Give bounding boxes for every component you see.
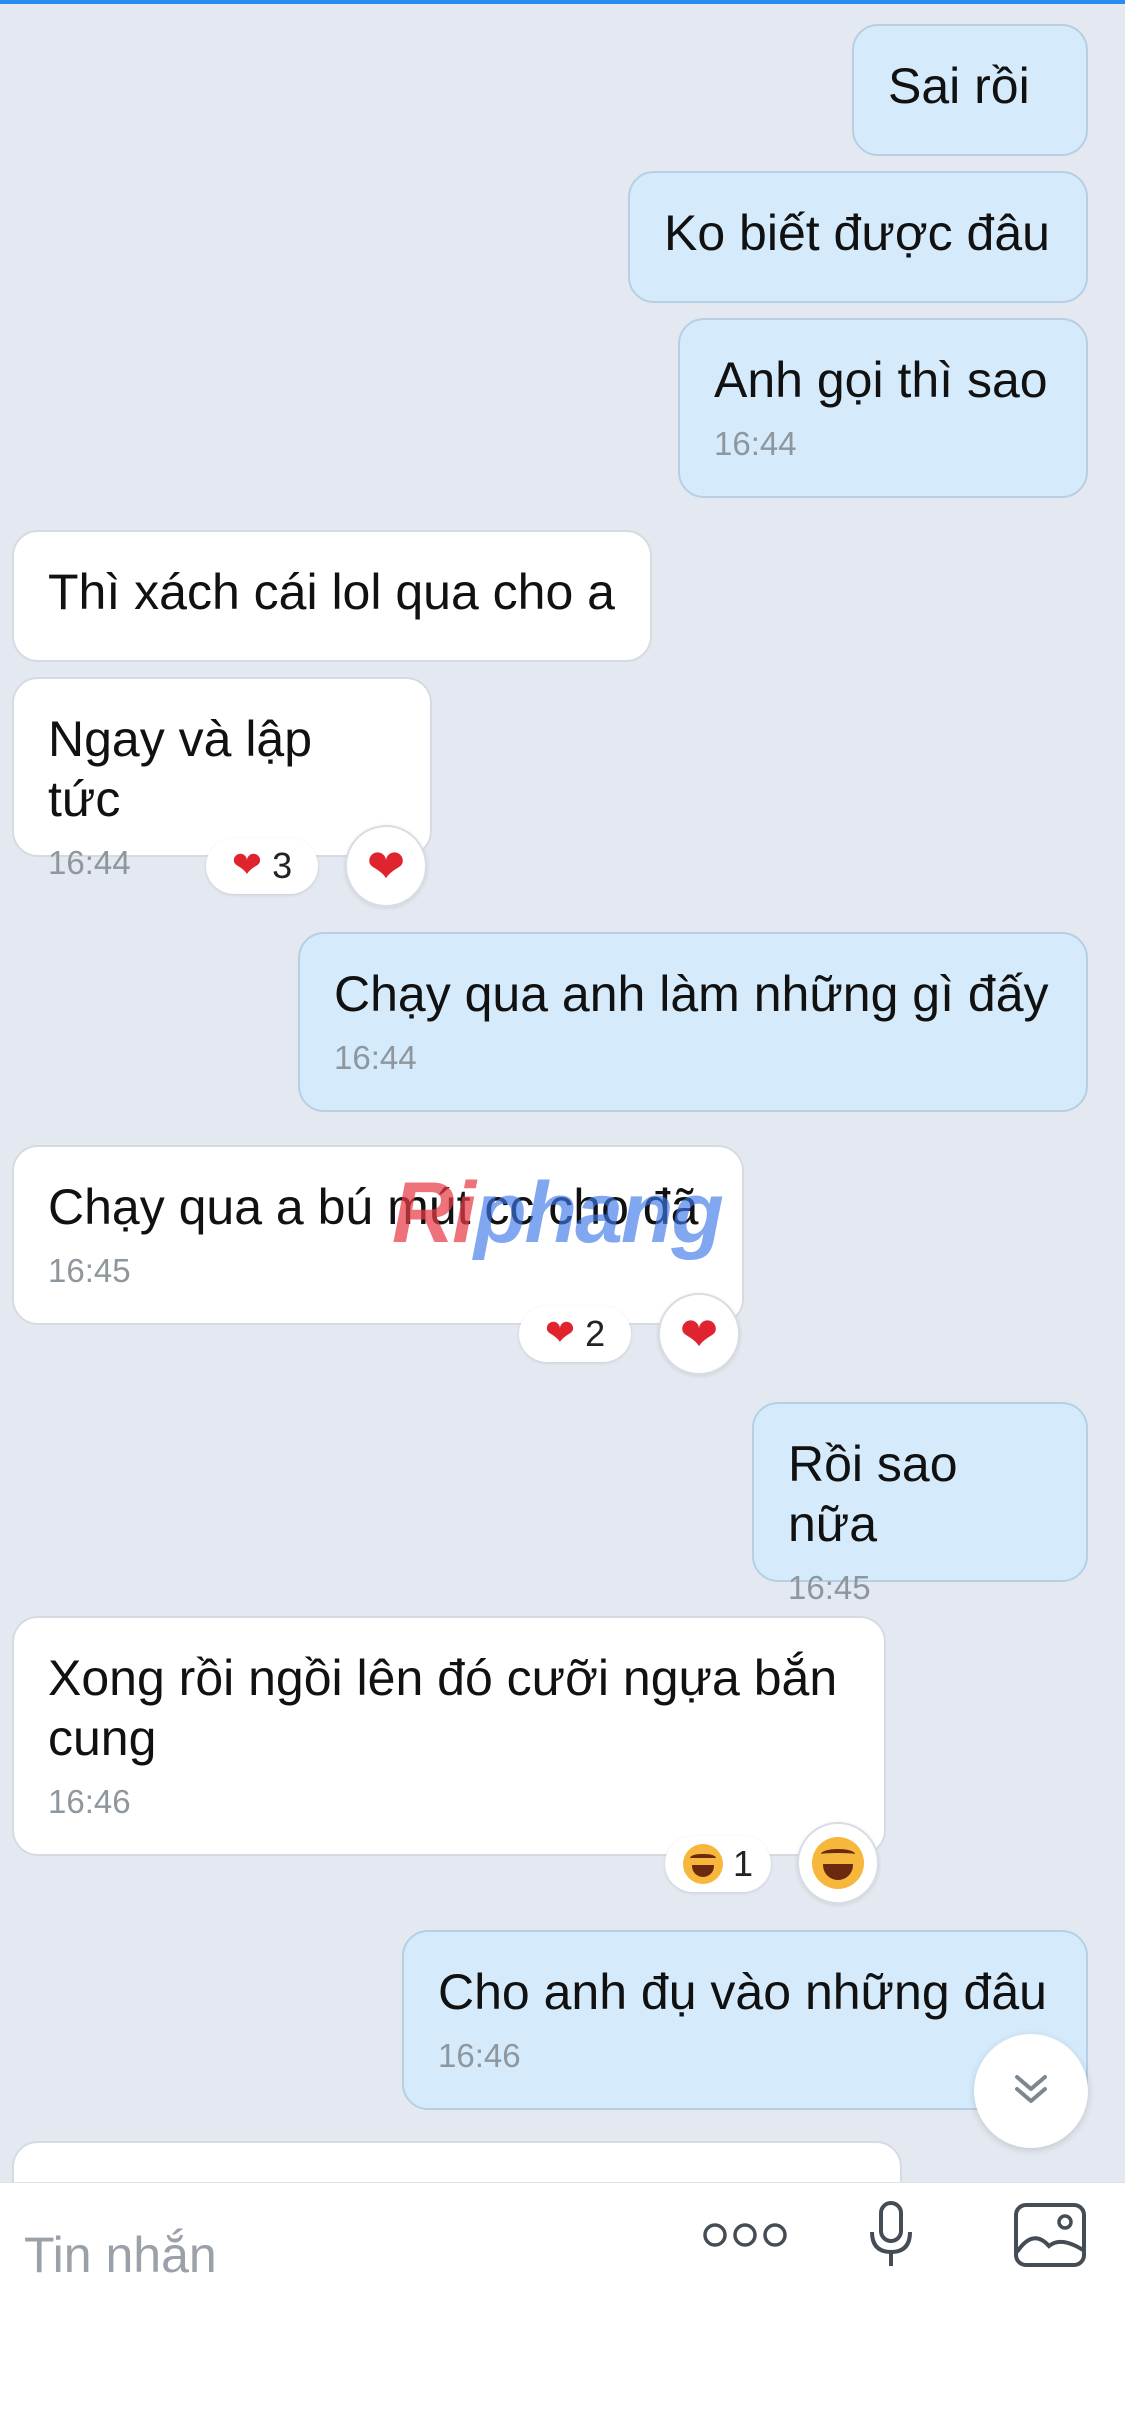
- watermark-accent: Ri: [392, 1165, 476, 1261]
- message-text: Xong rồi ngồi lên đó cưỡi ngựa bắn cung: [48, 1650, 852, 1766]
- heart-icon: ❤: [679, 1307, 719, 1361]
- react-button[interactable]: [797, 1822, 879, 1904]
- message-bubble-outgoing[interactable]: Ko biết được đâu: [628, 171, 1088, 303]
- reaction-count: 2: [585, 1313, 606, 1354]
- message-time: 16:44: [714, 425, 797, 462]
- message-time: 16:45: [788, 1569, 871, 1606]
- laughing-face-icon: [682, 1844, 723, 1884]
- react-button[interactable]: ❤: [345, 825, 427, 907]
- message-text: Thì xách cái lol qua cho a: [48, 564, 615, 620]
- message-bubble-outgoing[interactable]: Rồi sao nữa 16:45: [752, 1402, 1088, 1606]
- heart-icon: ❤: [544, 1313, 576, 1354]
- heart-icon: ❤: [366, 839, 406, 893]
- message-time: 16:46: [48, 1783, 131, 1820]
- image-icon[interactable]: [1008, 2185, 1092, 2285]
- heart-icon: ❤: [231, 845, 263, 886]
- message-input[interactable]: Tin nhắn: [24, 2205, 644, 2305]
- message-time: 16:46: [438, 2037, 521, 2074]
- message-bubble-outgoing[interactable]: Sai rồi: [852, 24, 1088, 156]
- message-bubble-outgoing[interactable]: Anh gọi thì sao 16:44: [678, 318, 1088, 498]
- laughing-face-icon: [812, 1837, 864, 1889]
- message-text: Chạy qua anh làm những gì đấy: [334, 966, 1049, 1022]
- message-text: Ko biết được đâu: [664, 205, 1050, 261]
- message-text: Cho anh đụ vào những đâu: [438, 1964, 1047, 2020]
- reaction-count: 3: [272, 845, 293, 886]
- watermark-logo: Riphang: [392, 1165, 724, 1261]
- reaction-summary[interactable]: ❤ 2: [519, 1306, 631, 1362]
- react-button[interactable]: ❤: [658, 1293, 740, 1375]
- message-list[interactable]: Sai rồi Ko biết được đâu Anh gọi thì sao…: [0, 4, 1125, 2182]
- message-text: Rồi sao nữa: [788, 1436, 972, 1552]
- message-bubble-outgoing[interactable]: Chạy qua anh làm những gì đấy 16:44: [298, 932, 1088, 1112]
- microphone-icon[interactable]: [856, 2185, 926, 2285]
- message-text: Sai rồi: [888, 58, 1030, 114]
- scroll-to-bottom-button[interactable]: [974, 2034, 1088, 2148]
- message-composer: Tin nhắn: [0, 2182, 1125, 2428]
- reaction-summary[interactable]: ❤ 3: [206, 838, 318, 894]
- message-bubble-incoming-partial[interactable]: [12, 2141, 902, 2182]
- message-bubble-incoming[interactable]: Thì xách cái lol qua cho a: [12, 530, 652, 662]
- chevron-double-down-icon: [1011, 2069, 1051, 2114]
- message-text: Anh gọi thì sao: [714, 352, 1048, 408]
- reaction-count: 1: [732, 1843, 754, 1884]
- message-text: Ngay và lập tức: [48, 711, 326, 827]
- more-dots-icon[interactable]: [700, 2185, 790, 2285]
- message-time: 16:44: [334, 1039, 417, 1076]
- message-bubble-incoming[interactable]: Xong rồi ngồi lên đó cưỡi ngựa bắn cung …: [12, 1616, 886, 1856]
- reaction-summary[interactable]: 1: [665, 1836, 771, 1892]
- watermark-rest: phang: [474, 1165, 724, 1261]
